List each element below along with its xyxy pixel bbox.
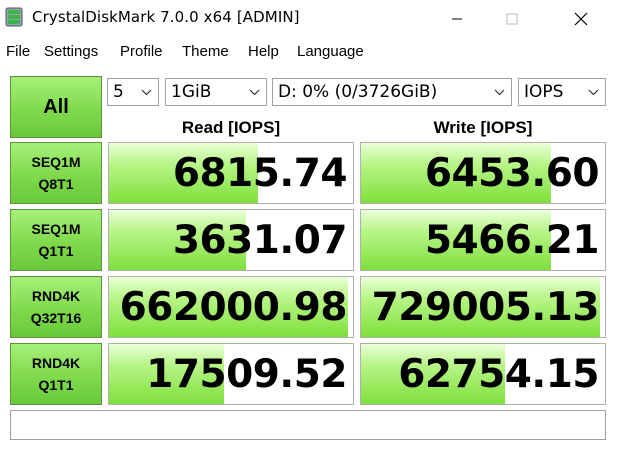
menu-settings[interactable]: Settings	[44, 40, 98, 64]
main-panel: All 5 1GiB D: 0% (0/3726GiB) IOPS Read […	[0, 66, 618, 453]
window-title: CrystalDiskMark 7.0.0 x64 [ADMIN]	[32, 8, 300, 26]
write-result-rnd4k-q32t16: 729005.13	[360, 276, 606, 338]
rnd4k-q32t16-button[interactable]: RND4K Q32T16	[10, 276, 102, 338]
menu-help[interactable]: Help	[248, 40, 279, 64]
title-bar[interactable]: CrystalDiskMark 7.0.0 x64 [ADMIN]	[0, 0, 618, 38]
result-value: 662000.98	[119, 285, 348, 330]
seq1m-q8t1-button[interactable]: SEQ1M Q8T1	[10, 142, 102, 204]
result-value: 62754.15	[398, 352, 599, 397]
seq1m-q1t1-button[interactable]: SEQ1M Q1T1	[10, 209, 102, 271]
comment-input[interactable]	[10, 410, 606, 440]
write-result-seq1m-q1t1: 5466.21	[360, 209, 606, 271]
unit-select[interactable]: IOPS	[518, 78, 606, 106]
test-size-select[interactable]: 1GiB	[165, 78, 267, 106]
test-name-line1: SEQ1M	[31, 154, 81, 170]
result-value: 6453.60	[424, 151, 600, 196]
unit-value: IOPS	[524, 82, 564, 102]
menu-profile[interactable]: Profile	[120, 40, 163, 64]
app-icon	[5, 7, 23, 27]
drive-value: D: 0% (0/3726GiB)	[278, 82, 438, 102]
maximize-button[interactable]	[489, 0, 535, 38]
test-name-line2: Q32T16	[30, 310, 82, 326]
minimize-button[interactable]	[434, 0, 480, 38]
minimize-icon	[452, 18, 462, 20]
chevron-down-icon	[141, 79, 152, 105]
write-column-header: Write [IOPS]	[433, 118, 533, 137]
rnd4k-q1t1-button[interactable]: RND4K Q1T1	[10, 343, 102, 405]
menu-file[interactable]: File	[6, 40, 30, 64]
test-count-select[interactable]: 5	[107, 78, 159, 106]
chevron-down-icon	[494, 79, 505, 105]
result-value: 6815.74	[172, 151, 348, 196]
test-name-line2: Q1T1	[38, 243, 74, 259]
test-name-line1: RND4K	[31, 355, 81, 371]
test-name-line2: Q8T1	[38, 176, 74, 192]
chevron-down-icon	[588, 79, 599, 105]
write-result-rnd4k-q1t1: 62754.15	[360, 343, 606, 405]
write-result-seq1m-q8t1: 6453.60	[360, 142, 606, 204]
test-name-line1: SEQ1M	[31, 221, 81, 237]
read-result-seq1m-q1t1: 3631.07	[108, 209, 354, 271]
drive-select[interactable]: D: 0% (0/3726GiB)	[272, 78, 512, 106]
all-button[interactable]: All	[10, 76, 102, 138]
test-name-line1: RND4K	[31, 288, 81, 304]
menu-theme[interactable]: Theme	[182, 40, 229, 64]
read-result-rnd4k-q32t16: 662000.98	[108, 276, 354, 338]
test-name-line2: Q1T1	[38, 377, 74, 393]
read-result-rnd4k-q1t1: 17509.52	[108, 343, 354, 405]
chevron-down-icon	[249, 79, 260, 105]
result-value: 17509.52	[146, 352, 347, 397]
close-button[interactable]	[558, 0, 604, 38]
read-column-header: Read [IOPS]	[181, 118, 281, 137]
close-icon	[574, 12, 588, 26]
result-value: 3631.07	[172, 218, 348, 263]
result-value: 729005.13	[371, 285, 600, 330]
test-count-value: 5	[113, 82, 124, 102]
menu-bar: File Settings Profile Theme Help Languag…	[0, 40, 618, 64]
menu-language[interactable]: Language	[297, 40, 364, 64]
test-size-value: 1GiB	[171, 82, 212, 102]
read-result-seq1m-q8t1: 6815.74	[108, 142, 354, 204]
maximize-icon	[506, 13, 518, 25]
result-value: 5466.21	[424, 218, 600, 263]
